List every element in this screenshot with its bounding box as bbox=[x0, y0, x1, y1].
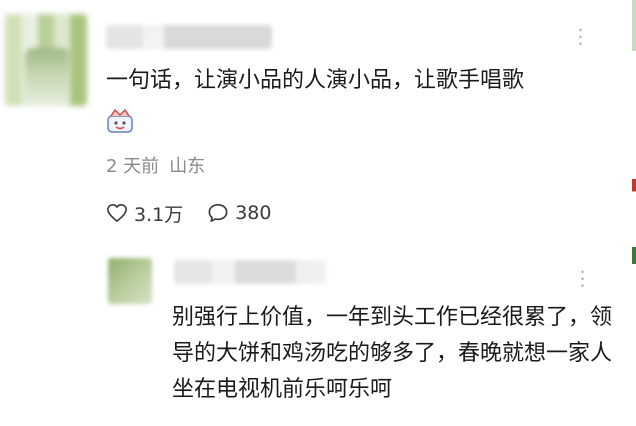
comment-text: 一句话，让演小品的人演小品，让歌手唱歌 bbox=[106, 68, 525, 93]
reply-avatar[interactable] bbox=[108, 258, 152, 304]
face-emoji-icon bbox=[106, 108, 134, 134]
edge-strip bbox=[632, 0, 636, 426]
comment-bubble-icon bbox=[208, 204, 228, 222]
more-dots-icon: ⋮ bbox=[572, 266, 594, 290]
reply-text: 别强行上价值，一年到头工作已经很累了，领导的大饼和鸡汤吃的够多了，春晚就想一家人… bbox=[172, 305, 613, 402]
comment-location: 山东 bbox=[169, 156, 206, 177]
heart-icon bbox=[107, 204, 127, 222]
like-button[interactable]: 3.1万 bbox=[106, 200, 183, 227]
avatar[interactable] bbox=[5, 14, 87, 106]
like-count: 3.1万 bbox=[134, 203, 184, 226]
more-dots-icon: ⋮ bbox=[570, 24, 592, 48]
username-blurred[interactable] bbox=[106, 25, 272, 49]
more-options-button[interactable]: ⋮ bbox=[564, 26, 598, 46]
reply-more-options-button[interactable]: ⋮ bbox=[566, 268, 600, 288]
reply-count: 380 bbox=[235, 202, 272, 224]
reply-button[interactable]: 380 bbox=[207, 202, 271, 224]
comment-actions: 3.1万 380 bbox=[106, 200, 271, 226]
comment-meta: 2 天前 山东 bbox=[106, 155, 215, 179]
reply-username-blurred[interactable] bbox=[174, 260, 326, 284]
comment-time: 2 天前 bbox=[106, 156, 160, 177]
